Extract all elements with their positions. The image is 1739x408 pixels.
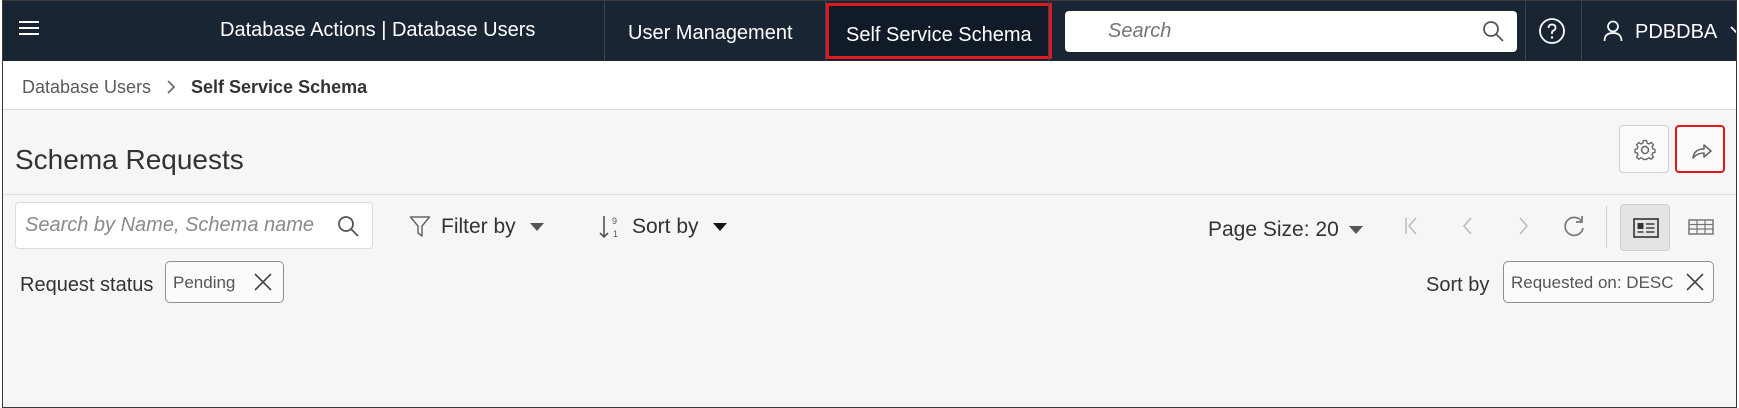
first-page-icon[interactable]: [1400, 214, 1424, 238]
status-chip-label: Pending: [173, 273, 236, 292]
card-view-button[interactable]: [1620, 204, 1670, 251]
page-size-select[interactable]: Page Size: 20: [1208, 214, 1363, 246]
sort-by-label: Sort by: [632, 215, 699, 238]
top-navbar: Database Actions | Database Users User M…: [3, 1, 1736, 61]
chevron-down-icon: [1730, 26, 1736, 34]
nav-divider: [1525, 1, 1526, 61]
breadcrumb-current: Self Service Schema: [191, 77, 368, 97]
settings-button[interactable]: [1619, 125, 1669, 173]
global-search-input[interactable]: [1065, 11, 1517, 52]
request-status-label: Request status: [20, 274, 154, 296]
sort-icon: 9 1: [599, 216, 618, 239]
app-brand-title: Database Actions | Database Users: [220, 19, 536, 41]
page-size-label: Page Size: 20: [1208, 218, 1339, 241]
nav-divider: [604, 1, 605, 61]
search-icon[interactable]: [1481, 19, 1505, 43]
caret-down-icon: [712, 223, 727, 231]
global-search-box[interactable]: [1065, 11, 1517, 52]
filter-by-button[interactable]: Filter by: [409, 211, 544, 243]
gear-icon: [1634, 139, 1656, 161]
share-forward-icon: [1692, 144, 1712, 159]
app-window: Database Actions | Database Users User M…: [2, 0, 1737, 408]
breadcrumb-database-users[interactable]: Database Users: [22, 77, 151, 98]
svg-text:1: 1: [613, 229, 618, 239]
page-title: Schema Requests: [15, 144, 244, 175]
user-name: PDBDBA: [1635, 21, 1718, 43]
breadcrumb: Database Users Self Service Schema: [3, 61, 1736, 110]
caret-down-icon: [529, 223, 544, 231]
toolbar-divider: [1606, 206, 1607, 248]
status-filter-chip: Pending: [165, 261, 284, 303]
previous-page-icon[interactable]: [1456, 214, 1480, 238]
schema-search-box[interactable]: [15, 202, 373, 249]
table-view-button[interactable]: [1676, 204, 1726, 251]
close-icon[interactable]: [253, 272, 273, 292]
schema-search-input[interactable]: [16, 203, 326, 248]
filter-by-label: Filter by: [441, 215, 516, 238]
nav-divider: [1048, 1, 1049, 61]
refresh-icon[interactable]: [1561, 213, 1587, 239]
nav-self-service-schema[interactable]: Self Service Schema: [826, 3, 1052, 59]
sort-filter-chip: Requested on: DESC: [1503, 261, 1714, 303]
hamburger-menu-icon[interactable]: [19, 21, 39, 39]
help-icon[interactable]: [1538, 17, 1566, 45]
next-page-icon[interactable]: [1511, 214, 1535, 238]
export-button[interactable]: [1675, 125, 1725, 173]
chevron-right-icon: [167, 80, 176, 94]
sort-by-filter-label: Sort by: [1426, 274, 1490, 296]
search-icon[interactable]: [336, 214, 360, 238]
svg-text:9: 9: [612, 216, 617, 226]
nav-user-management[interactable]: User Management: [628, 1, 793, 61]
user-icon: [1603, 20, 1623, 42]
header-divider: [3, 194, 1736, 195]
sort-chip-label: Requested on: DESC: [1511, 273, 1674, 292]
caret-down-icon: [1348, 226, 1363, 234]
filter-icon: [409, 216, 431, 237]
card-view-icon: [1633, 218, 1659, 238]
close-icon[interactable]: [1685, 272, 1705, 292]
nav-divider: [1581, 1, 1582, 61]
table-view-icon: [1688, 219, 1714, 235]
sort-by-button[interactable]: 9 1 Sort by: [598, 211, 727, 243]
